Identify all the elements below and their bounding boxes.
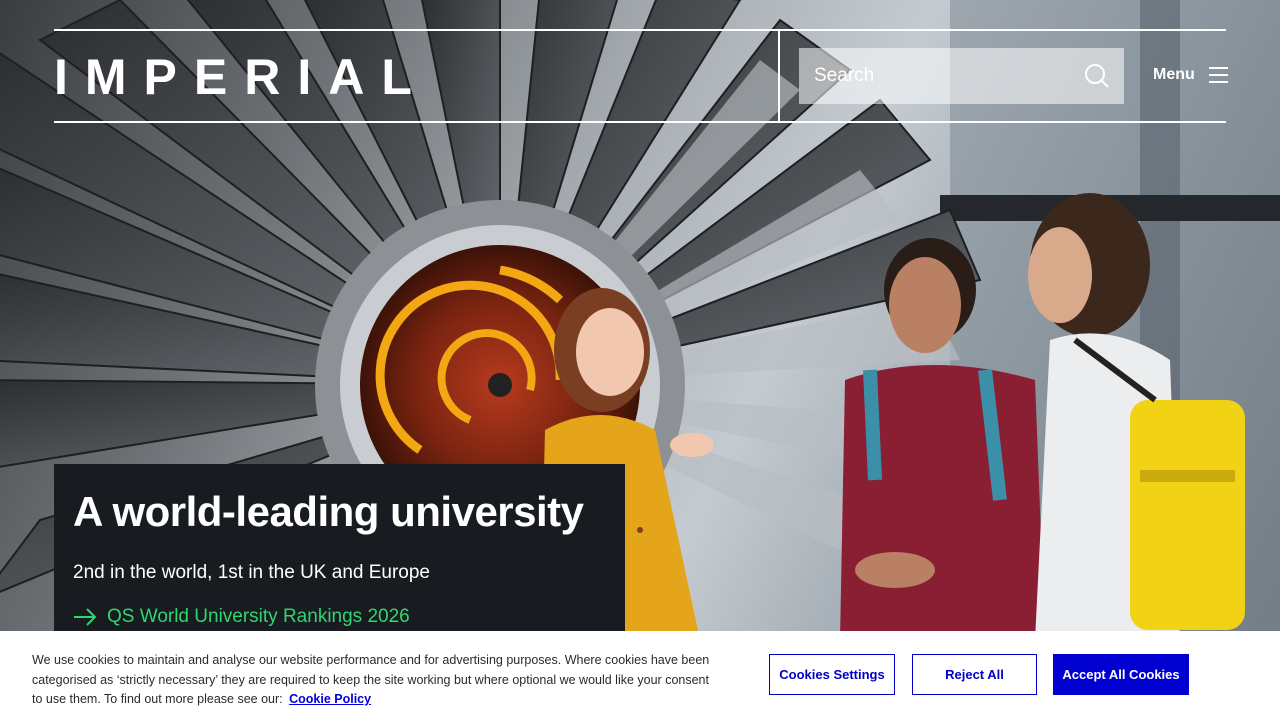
- header-vertical-divider: [778, 30, 780, 122]
- header-bottom-divider: [54, 121, 1226, 123]
- accept-all-cookies-button[interactable]: Accept All Cookies: [1053, 654, 1189, 695]
- hamburger-icon: [1208, 62, 1228, 88]
- cookie-policy-link[interactable]: Cookie Policy: [289, 692, 371, 706]
- cookie-banner: We use cookies to maintain and analyse o…: [0, 631, 1280, 720]
- search-placeholder: Search: [814, 65, 875, 86]
- search-bar[interactable]: Search: [799, 48, 1124, 104]
- cookies-settings-button[interactable]: Cookies Settings: [769, 654, 895, 695]
- menu-button[interactable]: Menu: [1153, 62, 1228, 88]
- hero-subtitle: 2nd in the world, 1st in the UK and Euro…: [73, 562, 431, 583]
- cookie-message: We use cookies to maintain and analyse o…: [32, 651, 712, 710]
- hero-panel: A world-leading university 2nd in the wo…: [54, 464, 625, 644]
- reject-all-button[interactable]: Reject All: [912, 654, 1037, 695]
- rankings-link-label: QS World University Rankings 2026: [107, 606, 410, 627]
- header-top-divider: [54, 29, 1226, 31]
- rankings-link[interactable]: QS World University Rankings 2026: [73, 606, 606, 628]
- menu-label: Menu: [1153, 66, 1195, 83]
- search-icon[interactable]: [1084, 63, 1110, 89]
- hero-title: A world-leading university: [73, 488, 584, 535]
- hero-banner: IMPERIAL Search Menu A world-leading uni…: [0, 0, 1280, 720]
- site-logo[interactable]: IMPERIAL: [54, 52, 429, 102]
- arrow-right-icon: [74, 608, 97, 626]
